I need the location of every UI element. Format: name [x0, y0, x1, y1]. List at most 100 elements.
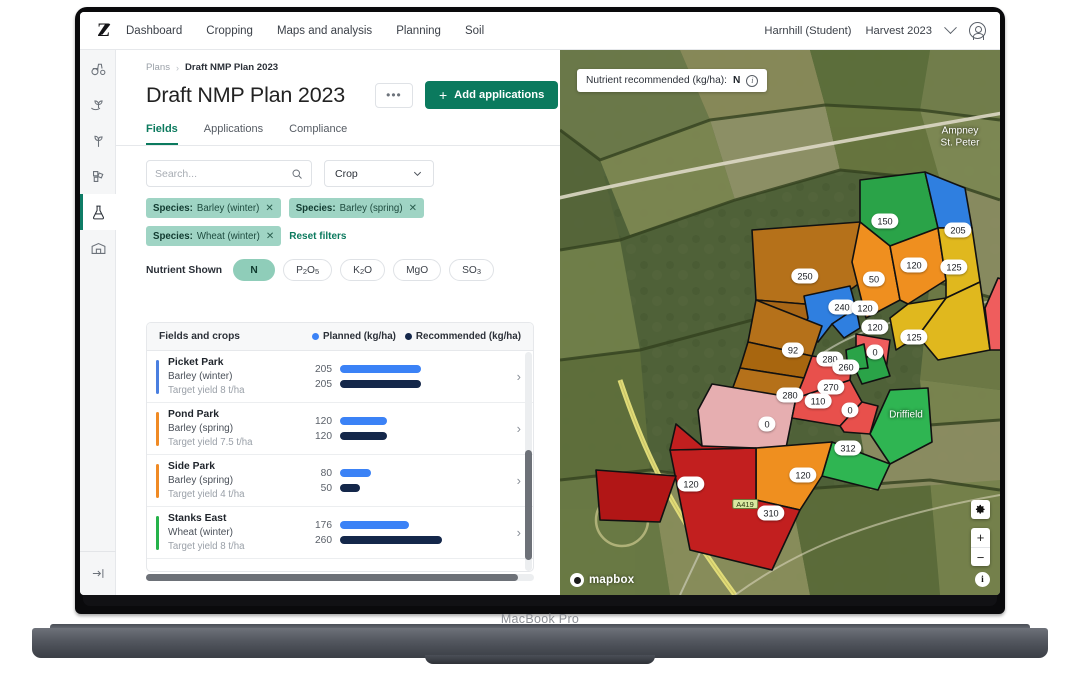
table-row[interactable]: Picket Park Barley (winter) Target yield 8… [147, 351, 533, 403]
tab-applications[interactable]: Applications [204, 123, 263, 145]
close-icon[interactable]: ✕ [266, 231, 274, 242]
map-field-value-label[interactable]: 110 [804, 393, 832, 409]
filter-controls-row: Crop [146, 160, 560, 187]
map-field-value-label[interactable]: 150 [871, 213, 899, 229]
sprout-icon [93, 135, 103, 147]
filter-chip-barley-winter[interactable]: Species: Barley (winter) ✕ [146, 198, 281, 218]
close-icon[interactable]: ✕ [265, 203, 273, 214]
map-field-value-label[interactable]: 270 [817, 379, 845, 395]
sidebar-item-barn[interactable] [80, 230, 116, 266]
table-row[interactable]: Side Park Barley (spring) Target yield 4 t… [147, 455, 533, 507]
list-vertical-scrollbar[interactable] [525, 352, 532, 571]
tab-compliance[interactable]: Compliance [289, 123, 347, 145]
sidebar-item-tractor[interactable] [80, 50, 116, 86]
add-applications-button[interactable]: + Add applications [424, 81, 559, 109]
more-actions-button[interactable]: ••• [374, 82, 413, 108]
map-field-value-label[interactable]: 125 [900, 329, 928, 345]
map-field-value-label[interactable]: 310 [757, 505, 785, 521]
map-field-value-label[interactable]: 120 [900, 257, 928, 273]
planned-bar [340, 365, 421, 373]
planned-bar-line: 176 [306, 518, 481, 533]
field-colour-strip [156, 463, 159, 498]
map-settings-control[interactable] [971, 500, 990, 519]
map-field-value-label[interactable]: 92 [781, 342, 805, 358]
map-field-value-label[interactable]: 120 [861, 319, 889, 335]
list-horizontal-scroll-thumb[interactable] [146, 574, 518, 581]
nutrient-option-so3[interactable]: SO3 [449, 259, 495, 281]
map-zoom-controls[interactable]: + − [971, 528, 990, 566]
recommended-bar [340, 484, 360, 492]
gear-icon[interactable] [971, 500, 990, 519]
nav-item-maps-and-analysis[interactable]: Maps and analysis [277, 25, 372, 37]
app-logo[interactable]: Z [80, 20, 126, 42]
map-layers-icon [92, 170, 103, 182]
map-field-value-label[interactable]: 280 [776, 387, 804, 403]
sidebar-collapse-button[interactable] [80, 551, 116, 595]
map-field-value-label[interactable]: 120 [851, 300, 879, 316]
nav-item-soil[interactable]: Soil [465, 25, 484, 37]
field-meta: Stanks East Wheat (winter) Target yield 8 … [168, 512, 296, 553]
map-field-value-label[interactable]: 120 [677, 476, 705, 492]
table-row[interactable]: Stanks East Wheat (winter) Target yield 8 … [147, 507, 533, 559]
nutrient-option-k2o[interactable]: K2O [340, 259, 386, 281]
sidebar-item-crop-hand[interactable] [80, 86, 116, 122]
breadcrumb-root[interactable]: Plans [146, 62, 170, 73]
recommended-bar [340, 380, 421, 388]
nav-item-cropping[interactable]: Cropping [206, 25, 253, 37]
chevron-right-icon[interactable]: › [517, 473, 521, 488]
search-input[interactable] [155, 167, 285, 180]
map-field-value-label[interactable]: 0 [758, 416, 776, 432]
planned-bar-line: 80 [306, 466, 481, 481]
sidebar-item-nutrient-plans[interactable] [80, 194, 116, 230]
mapbox-attribution[interactable]: mapbox [570, 573, 634, 587]
filter-chip-barley-spring[interactable]: Species: Barley (spring) ✕ [288, 198, 424, 218]
season-selector-label[interactable]: Harvest 2023 [865, 25, 932, 37]
list-vertical-scroll-thumb[interactable] [525, 450, 532, 560]
map-field-value-label[interactable]: 120 [789, 467, 817, 483]
map-field-value-label[interactable]: 125 [940, 259, 968, 275]
planned-bar [340, 417, 388, 425]
zoom-in-button[interactable]: + [971, 528, 990, 547]
map-field-value-label[interactable]: 260 [832, 359, 860, 375]
chevron-right-icon[interactable]: › [517, 421, 521, 436]
nutrient-option-mgo[interactable]: MgO [393, 259, 442, 281]
map-field-value-label[interactable]: 0 [841, 402, 859, 418]
top-bar-right: Harnhill (Student) Harvest 2023 [764, 21, 1000, 40]
chevron-down-icon[interactable] [944, 21, 957, 35]
field-name: Side Park [168, 460, 215, 472]
filter-chip-wheat-winter[interactable]: Species: Wheat (winter) ✕ [146, 226, 282, 246]
reset-filters-link[interactable]: Reset filters [289, 231, 346, 242]
map-field-value-label[interactable]: 50 [862, 271, 886, 287]
field-colour-strip [156, 411, 159, 446]
map-field-value-label[interactable]: 205 [944, 222, 972, 238]
sidebar-item-map-layers[interactable] [80, 158, 116, 194]
tab-fields[interactable]: Fields [146, 123, 178, 145]
nav-item-dashboard[interactable]: Dashboard [126, 25, 182, 37]
map-field-value-label[interactable]: 312 [834, 440, 862, 456]
search-box[interactable] [146, 160, 312, 187]
list-horizontal-scrollbar[interactable] [146, 574, 534, 581]
nutrient-option-n[interactable]: N [233, 259, 276, 281]
map-info-button[interactable]: i [975, 572, 990, 587]
laptop-front-notch [425, 655, 655, 664]
chevron-right-icon[interactable]: › [517, 369, 521, 384]
zoom-out-button[interactable]: − [971, 547, 990, 566]
recommended-value: 205 [315, 378, 332, 390]
sidebar-item-sprout[interactable] [80, 122, 116, 158]
screenshot-stage: Z Dashboard Cropping Maps and analysis P… [0, 0, 1080, 675]
account-avatar-icon[interactable] [969, 22, 986, 40]
map-field-value-label[interactable]: 250 [791, 268, 819, 284]
crop-filter-select[interactable]: Crop [324, 160, 434, 187]
chip-value: Barley (winter) [196, 202, 260, 214]
recommended-value: 260 [315, 534, 332, 546]
map-field-value-label[interactable]: 0 [866, 344, 884, 360]
nav-item-planning[interactable]: Planning [396, 25, 441, 37]
close-icon[interactable]: ✕ [409, 203, 417, 214]
table-row[interactable]: Pond Park Barley (spring) Target yield 7.5… [147, 403, 533, 455]
field-map[interactable]: Nutrient recommended (kg/ha): N i 150 205… [560, 50, 1000, 595]
breadcrumb: Plans › Draft NMP Plan 2023 [116, 50, 560, 73]
recommended-bar-line: 50 [306, 481, 481, 496]
nutrient-option-p2o5[interactable]: P2O5 [283, 259, 333, 281]
info-icon[interactable]: i [746, 74, 759, 87]
chevron-right-icon[interactable]: › [517, 525, 521, 540]
